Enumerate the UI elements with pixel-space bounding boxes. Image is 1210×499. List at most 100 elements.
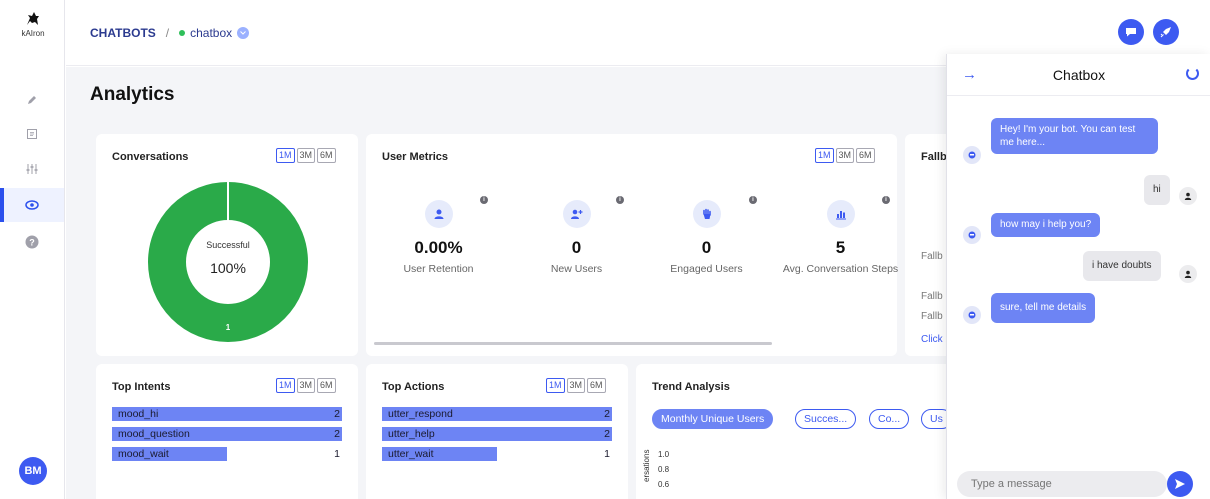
period-6m-button[interactable]: 6M	[587, 378, 606, 393]
intent-label: mood_wait	[118, 448, 169, 460]
user-metrics-card: User Metrics 1M 3M 6M 0.00% User Retenti…	[366, 134, 898, 356]
top-actions-title: Top Actions	[382, 381, 445, 393]
chatbox-header: → Chatbox	[947, 54, 1210, 96]
fallback-link[interactable]: Click	[921, 334, 943, 345]
action-row: utter_help 2	[382, 427, 612, 441]
hand-icon	[692, 200, 721, 228]
user-metrics-title: User Metrics	[382, 151, 449, 163]
user-avatar-icon	[1179, 265, 1197, 283]
bot-name: chatbox	[190, 26, 233, 40]
bot-avatar-icon	[963, 146, 981, 164]
top-actions-period-selector: 1M 3M 6M	[546, 378, 606, 393]
period-6m-button[interactable]: 6M	[317, 378, 336, 393]
intent-row: mood_hi 2	[112, 407, 342, 421]
chat-message-user: hi	[1144, 175, 1170, 205]
intent-count: 2	[334, 408, 340, 420]
send-icon	[1175, 479, 1185, 489]
intent-row: mood_question 2	[112, 427, 342, 441]
help-icon: ?	[25, 235, 39, 249]
intent-row: mood_wait 1	[112, 447, 342, 461]
intent-count: 2	[334, 428, 340, 440]
page-title: Analytics	[90, 84, 175, 105]
conversations-period-selector: 1M 3M 6M	[276, 148, 336, 163]
trend-analysis-card: Trend Analysis Monthly Unique Users Succ…	[636, 364, 946, 499]
chip-users[interactable]: Us	[921, 409, 946, 429]
action-row: utter_respond 2	[382, 407, 612, 421]
period-1m-button[interactable]: 1M	[546, 378, 565, 393]
refresh-icon[interactable]	[1186, 67, 1199, 80]
chip-monthly-unique-users[interactable]: Monthly Unique Users	[652, 409, 774, 429]
fallback-line: Fallb	[921, 311, 943, 322]
metric-label: Engaged Users	[670, 263, 743, 275]
period-1m-button[interactable]: 1M	[276, 378, 295, 393]
metric-label: Avg. Conversation Steps	[782, 263, 899, 275]
metrics-horizontal-scrollbar[interactable]	[374, 342, 772, 345]
conversations-card: Conversations 1M 3M 6M Successful 100% 1	[96, 134, 358, 356]
logo-text: kAIron	[21, 29, 45, 38]
info-icon[interactable]: i	[882, 196, 890, 204]
sliders-icon	[26, 164, 38, 174]
info-icon[interactable]: i	[480, 196, 488, 204]
sidebar-item-documents[interactable]	[0, 117, 64, 151]
metric-label: New Users	[550, 263, 603, 275]
main-content: Analytics Conversations 1M 3M 6M Success…	[66, 67, 946, 499]
action-label: utter_wait	[388, 448, 434, 460]
bar-chart-icon	[826, 200, 855, 228]
chatbox-panel: → Chatbox Hey! I'm your bot. You can tes…	[946, 54, 1210, 499]
period-3m-button[interactable]: 3M	[835, 148, 855, 163]
info-icon[interactable]: i	[616, 196, 624, 204]
period-6m-button[interactable]: 6M	[856, 148, 875, 163]
top-intents-title: Top Intents	[112, 381, 171, 393]
action-count: 2	[604, 408, 610, 420]
sidebar-item-analytics[interactable]	[0, 188, 64, 222]
action-count: 1	[604, 448, 610, 460]
chat-message-bot: how may i help you?	[991, 213, 1101, 237]
action-count: 2	[604, 428, 610, 440]
intent-label: mood_question	[118, 428, 190, 440]
breadcrumb-chatbots-link[interactable]: CHATBOTS	[90, 26, 156, 40]
fallback-line: Fallb	[921, 251, 943, 262]
chip-conversations[interactable]: Co...	[869, 409, 910, 429]
svg-text:?: ?	[29, 238, 35, 248]
period-3m-button[interactable]: 3M	[296, 148, 316, 163]
period-1m-button[interactable]: 1M	[815, 148, 834, 163]
period-1m-button[interactable]: 1M	[276, 148, 295, 163]
document-icon	[27, 129, 37, 139]
chatbox-title: Chatbox	[1052, 67, 1106, 83]
action-row: utter_wait 1	[382, 447, 612, 461]
chat-message-input[interactable]	[957, 471, 1167, 497]
sidebar-item-help[interactable]: ?	[0, 225, 64, 259]
sidebar: kAIron ? BM	[0, 0, 65, 499]
chip-success[interactable]: Succes...	[795, 409, 857, 429]
kairon-logo[interactable]: kAIron	[14, 10, 52, 38]
user-avatar-icon	[1179, 187, 1197, 205]
conversations-title: Conversations	[112, 151, 189, 163]
bot-avatar-icon	[963, 306, 981, 324]
metric-value: 5	[835, 238, 846, 257]
pencil-icon	[28, 96, 36, 104]
chat-message-user: i have doubts	[1083, 251, 1161, 281]
rocket-icon	[1160, 27, 1171, 38]
bot-status-dot	[179, 30, 186, 36]
period-3m-button[interactable]: 3M	[296, 378, 316, 393]
sidebar-item-edit[interactable]	[0, 83, 64, 117]
send-button[interactable]	[1167, 471, 1193, 497]
breadcrumb: CHATBOTS / chatbox	[90, 26, 250, 40]
deploy-button[interactable]	[1153, 19, 1179, 45]
user-plus-icon	[562, 200, 591, 228]
chat-message-bot: sure, tell me details	[991, 293, 1096, 323]
metric-value: 0	[701, 238, 712, 257]
info-icon[interactable]: i	[749, 196, 757, 204]
chat-button[interactable]	[1118, 19, 1144, 45]
period-6m-button[interactable]: 6M	[317, 148, 336, 163]
bot-switcher-chevron-icon[interactable]	[237, 27, 250, 39]
sidebar-item-settings[interactable]	[0, 152, 64, 186]
conversations-donut-chart: Successful 100% 1	[148, 182, 308, 342]
trend-analysis-title: Trend Analysis	[652, 381, 730, 393]
trend-y-tick: 1.0	[658, 450, 670, 459]
donut-segment-count: 1	[225, 323, 231, 332]
user-avatar[interactable]: BM	[19, 457, 47, 485]
period-3m-button[interactable]: 3M	[566, 378, 586, 393]
breadcrumb-separator: /	[165, 26, 170, 40]
trend-y-axis-label: ersations	[642, 449, 651, 482]
